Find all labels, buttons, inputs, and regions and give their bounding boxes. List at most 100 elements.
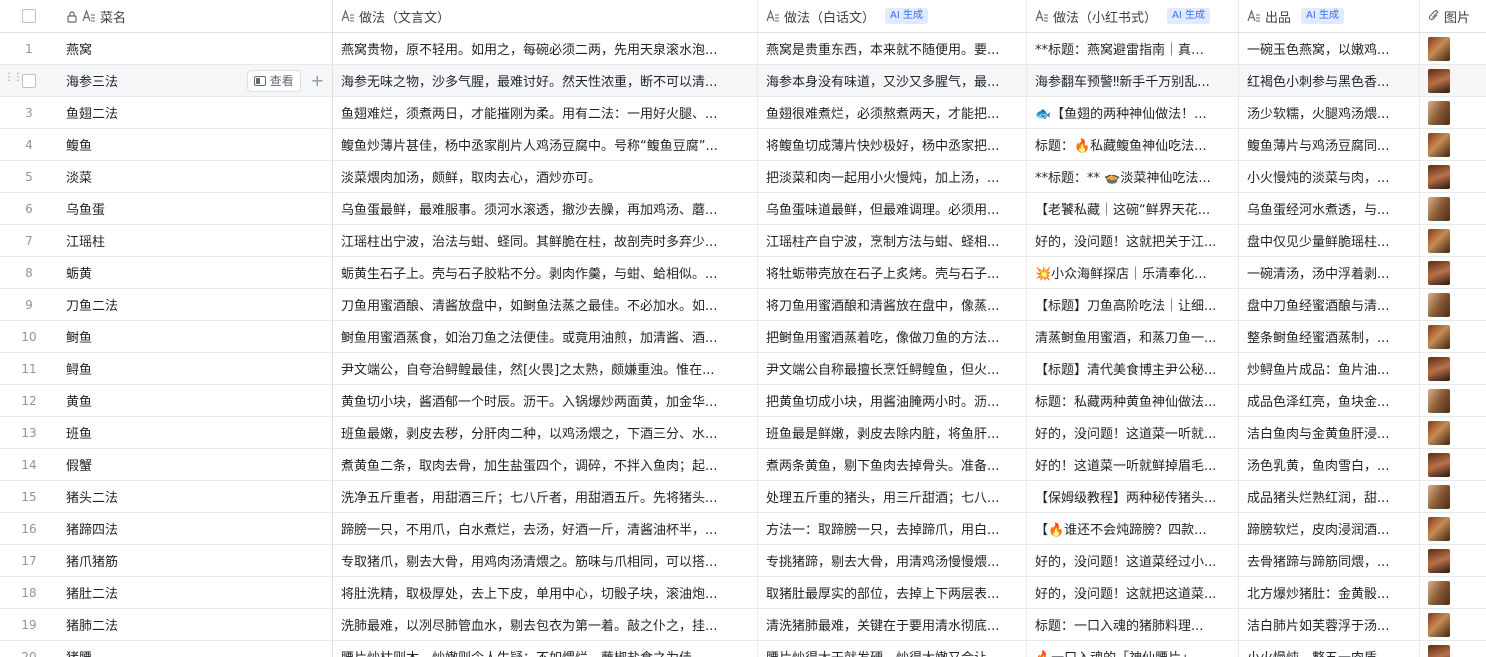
column-header-xhs[interactable]: 做法（小红书式） AI 生成 xyxy=(1027,0,1239,32)
cell-xhs[interactable]: 【保姆级教程】两种秘传猪头... xyxy=(1027,481,1239,512)
dish-thumbnail[interactable] xyxy=(1428,388,1450,413)
dish-thumbnail[interactable] xyxy=(1428,644,1450,657)
dish-thumbnail[interactable] xyxy=(1428,612,1450,637)
table-row[interactable]: 13 班鱼 班鱼最嫩，剥皮去秽，分肝肉二种，以鸡汤煨之，下酒三分、水... 班鱼… xyxy=(0,417,1486,449)
row-number-cell[interactable]: 8 xyxy=(0,257,58,288)
table-row[interactable]: 6 乌鱼蛋 乌鱼蛋最鲜，最难服事。须河水滚透，撤沙去臊，再加鸡汤、蘑... 乌鱼… xyxy=(0,193,1486,225)
cell-output[interactable]: 洁白鱼肉与金黄鱼肝浸... xyxy=(1239,417,1420,448)
table-row[interactable]: 3 鱼翅二法 鱼翅难烂，须煮两日，才能摧刚为柔。用有二法：一用好火腿、... 鱼… xyxy=(0,97,1486,129)
table-row[interactable]: 10 鲥鱼 鲥鱼用蜜酒蒸食，如治刀鱼之法便佳。或竟用油煎，加清酱、酒... 把鲥… xyxy=(0,321,1486,353)
cell-name[interactable]: 黄鱼 xyxy=(58,385,333,416)
table-row[interactable]: 11 鲟鱼 尹文端公，自夸治鲟鳇最佳，然[火畏]之太熟，颇嫌重浊。惟在... 尹… xyxy=(0,353,1486,385)
table-row[interactable]: 8 蛎黄 蛎黄生石子上。壳与石子胶粘不分。剥肉作羹，与蚶、蛤相似。... 将牡蛎… xyxy=(0,257,1486,289)
cell-xhs[interactable]: 好的，没问题！这就把这道菜... xyxy=(1027,577,1239,608)
cell-wyw[interactable]: 燕窝贵物，原不轻用。如用之，每碗必须二两，先用天泉滚水泡... xyxy=(333,33,758,64)
cell-xhs[interactable]: 好的，没问题！这道菜一听就... xyxy=(1027,417,1239,448)
cell-xhs[interactable]: 【标题】刀鱼高阶吃法｜让细... xyxy=(1027,289,1239,320)
cell-image[interactable] xyxy=(1420,97,1486,128)
cell-bhw[interactable]: 鱼翅很难煮烂，必须熬煮两天，才能把... xyxy=(758,97,1027,128)
dish-thumbnail[interactable] xyxy=(1428,516,1450,541)
row-number-cell[interactable]: 14 xyxy=(0,449,58,480)
dish-thumbnail[interactable] xyxy=(1428,196,1450,221)
cell-wyw[interactable]: 腰片炒枯则木，炒嫩则令人生疑；不如煨烂，蘸椒盐食之为佳。... xyxy=(333,641,758,657)
cell-wyw[interactable]: 班鱼最嫩，剥皮去秽，分肝肉二种，以鸡汤煨之，下酒三分、水... xyxy=(333,417,758,448)
select-all-cell[interactable] xyxy=(0,0,58,32)
cell-image[interactable] xyxy=(1420,641,1486,657)
table-row[interactable]: 15 猪头二法 洗净五斤重者，用甜酒三斤；七八斤者，用甜酒五斤。先将猪头... … xyxy=(0,481,1486,513)
cell-bhw[interactable]: 将牡蛎带壳放在石子上炙烤。壳与石子... xyxy=(758,257,1027,288)
column-header-name[interactable]: 菜名 xyxy=(58,0,333,32)
row-number-cell[interactable]: 13 xyxy=(0,417,58,448)
dish-thumbnail[interactable] xyxy=(1428,356,1450,381)
cell-name[interactable]: 江瑶柱 xyxy=(58,225,333,256)
cell-wyw[interactable]: 蛎黄生石子上。壳与石子胶粘不分。剥肉作羹，与蚶、蛤相似。... xyxy=(333,257,758,288)
cell-output[interactable]: 鳆鱼薄片与鸡汤豆腐同... xyxy=(1239,129,1420,160)
cell-wyw[interactable]: 鳆鱼炒薄片甚佳，杨中丞家削片人鸡汤豆腐中。号称“鳆鱼豆腐”... xyxy=(333,129,758,160)
cell-bhw[interactable]: 将鳆鱼切成薄片快炒极好，杨中丞家把... xyxy=(758,129,1027,160)
cell-image[interactable] xyxy=(1420,161,1486,192)
row-number-cell[interactable]: 20 xyxy=(0,641,58,657)
cell-output[interactable]: 红褐色小刺参与黑色香... xyxy=(1239,65,1420,96)
cell-image[interactable] xyxy=(1420,321,1486,352)
cell-wyw[interactable]: 淡菜煨肉加汤，颇鲜，取肉去心，酒炒亦可。 xyxy=(333,161,758,192)
cell-bhw[interactable]: 海参本身没有味道，又沙又多腥气，最... xyxy=(758,65,1027,96)
cell-wyw[interactable]: 将肚洗精，取极厚处，去上下皮，单用中心，切骰子块，滚油炮... xyxy=(333,577,758,608)
row-number-cell[interactable]: 15 xyxy=(0,481,58,512)
column-header-image[interactable]: 图片 xyxy=(1420,0,1486,32)
cell-bhw[interactable]: 取猪肚最厚实的部位，去掉上下两层表... xyxy=(758,577,1027,608)
cell-xhs[interactable]: 海参翻车预警‼新手千万别乱... xyxy=(1027,65,1239,96)
table-row[interactable]: 16 猪蹄四法 蹄膀一只，不用爪，白水煮烂，去汤，好酒一斤，清酱油杯半，... … xyxy=(0,513,1486,545)
cell-image[interactable] xyxy=(1420,417,1486,448)
table-row[interactable]: 7 江瑶柱 江瑶柱出宁波，治法与蚶、蛏同。其鲜脆在柱，故剖壳时多弃少... 江瑶… xyxy=(0,225,1486,257)
drag-handle-icon[interactable]: ⋮⋮ xyxy=(4,73,23,88)
table-row[interactable]: 14 假蟹 煮黄鱼二条，取肉去骨，加生盐蛋四个，调碎，不拌入鱼肉；起... 煮两… xyxy=(0,449,1486,481)
cell-output[interactable]: 小火慢炖的淡菜与肉，... xyxy=(1239,161,1420,192)
table-row[interactable]: 18 猪肚二法 将肚洗精，取极厚处，去上下皮，单用中心，切骰子块，滚油炮... … xyxy=(0,577,1486,609)
row-number-cell[interactable]: 17 xyxy=(0,545,58,576)
row-number-cell[interactable]: 1 xyxy=(0,33,58,64)
cell-wyw[interactable]: 洗净五斤重者，用甜酒三斤；七八斤者，用甜酒五斤。先将猪头... xyxy=(333,481,758,512)
cell-output[interactable]: 炒鲟鱼片成品：鱼片油... xyxy=(1239,353,1420,384)
cell-bhw[interactable]: 燕窝是贵重东西，本来就不随便用。要... xyxy=(758,33,1027,64)
cell-image[interactable] xyxy=(1420,257,1486,288)
cell-wyw[interactable]: 海参无味之物，沙多气腥，最难讨好。然天性浓重，断不可以清... xyxy=(333,65,758,96)
cell-wyw[interactable]: 专取猪爪，剔去大骨，用鸡肉汤清煨之。筋味与爪相同，可以搭... xyxy=(333,545,758,576)
dish-thumbnail[interactable] xyxy=(1428,580,1450,605)
cell-wyw[interactable]: 乌鱼蛋最鲜，最难服事。须河水滚透，撤沙去臊，再加鸡汤、蘑... xyxy=(333,193,758,224)
cell-name[interactable]: 猪肚二法 xyxy=(58,577,333,608)
cell-wyw[interactable]: 蹄膀一只，不用爪，白水煮烂，去汤，好酒一斤，清酱油杯半，... xyxy=(333,513,758,544)
cell-output[interactable]: 蹄膀软烂，皮肉浸润酒... xyxy=(1239,513,1420,544)
cell-xhs[interactable]: 🔥一口入魂的「神仙腰片」... xyxy=(1027,641,1239,657)
cell-image[interactable] xyxy=(1420,353,1486,384)
cell-output[interactable]: 盘中仅见少量鲜脆瑶柱... xyxy=(1239,225,1420,256)
cell-bhw[interactable]: 煮两条黄鱼，剔下鱼肉去掉骨头。准备... xyxy=(758,449,1027,480)
row-number-cell[interactable]: 4 xyxy=(0,129,58,160)
dish-thumbnail[interactable] xyxy=(1428,36,1450,61)
cell-xhs[interactable]: 标题：🔥私藏鳆鱼神仙吃法... xyxy=(1027,129,1239,160)
cell-name[interactable]: 猪蹄四法 xyxy=(58,513,333,544)
dish-thumbnail[interactable] xyxy=(1428,324,1450,349)
dish-thumbnail[interactable] xyxy=(1428,164,1450,189)
row-number-cell[interactable]: 9 xyxy=(0,289,58,320)
cell-xhs[interactable]: 好的，没问题！这就把关于江... xyxy=(1027,225,1239,256)
table-row[interactable]: 1 燕窝 燕窝贵物，原不轻用。如用之，每碗必须二两，先用天泉滚水泡... 燕窝是… xyxy=(0,33,1486,65)
row-number-cell[interactable]: 12 xyxy=(0,385,58,416)
column-header-bhw[interactable]: 做法（白话文） AI 生成 xyxy=(758,0,1027,32)
dish-thumbnail[interactable] xyxy=(1428,100,1450,125)
cell-name[interactable]: 猪肺二法 xyxy=(58,609,333,640)
row-select-cell[interactable]: ⋮⋮ xyxy=(0,65,58,96)
cell-image[interactable] xyxy=(1420,481,1486,512)
cell-bhw[interactable]: 专挑猪蹄，剔去大骨，用清鸡汤慢慢煨... xyxy=(758,545,1027,576)
row-number-cell[interactable]: 11 xyxy=(0,353,58,384)
cell-name[interactable]: 淡菜 xyxy=(58,161,333,192)
cell-image[interactable] xyxy=(1420,513,1486,544)
cell-bhw[interactable]: 把黄鱼切成小块，用酱油腌两小时。沥... xyxy=(758,385,1027,416)
cell-name[interactable]: 猪腰 xyxy=(58,641,333,657)
cell-xhs[interactable]: **标题：燕窝避雷指南｜真… xyxy=(1027,33,1239,64)
cell-name[interactable]: 假蟹 xyxy=(58,449,333,480)
cell-xhs[interactable]: 好的！这道菜一听就鲜掉眉毛... xyxy=(1027,449,1239,480)
table-row[interactable]: 5 淡菜 淡菜煨肉加汤，颇鲜，取肉去心，酒炒亦可。 把淡菜和肉一起用小火慢炖，加… xyxy=(0,161,1486,193)
cell-image[interactable] xyxy=(1420,449,1486,480)
select-all-checkbox[interactable] xyxy=(22,9,36,23)
cell-xhs[interactable]: 【标题】清代美食博主尹公秘... xyxy=(1027,353,1239,384)
